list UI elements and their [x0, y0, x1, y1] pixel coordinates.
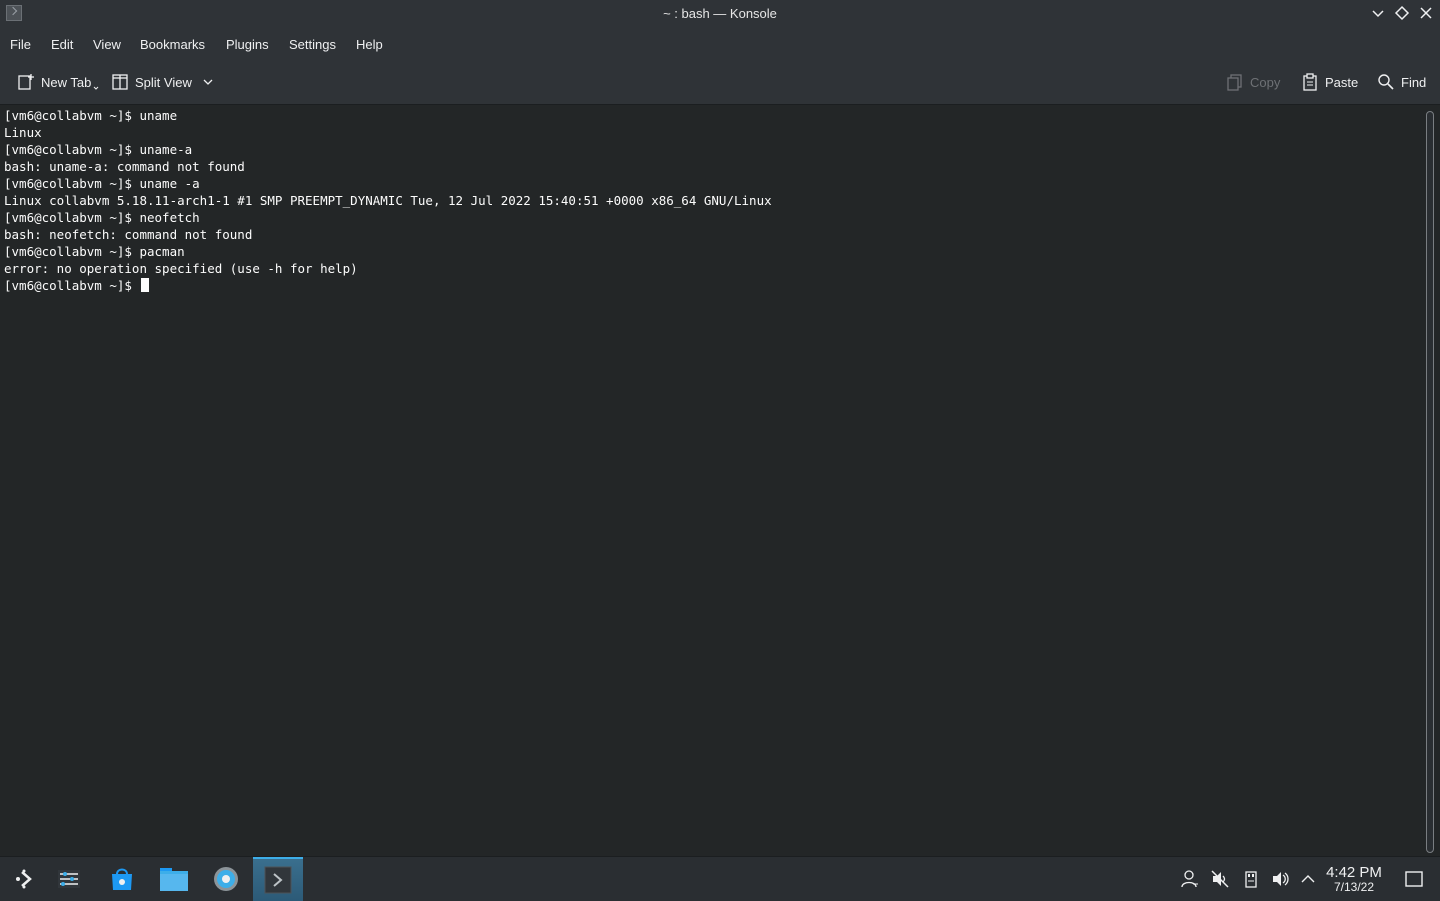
- paste-label: Paste: [1325, 74, 1359, 90]
- konsole-task-button[interactable]: [253, 857, 303, 901]
- menu-plugins[interactable]: Plugins: [226, 37, 269, 52]
- new-tab-icon: [18, 74, 34, 90]
- search-icon: [1378, 74, 1394, 90]
- split-view-label: Split View: [135, 74, 192, 90]
- split-view-button[interactable]: Split View: [111, 60, 214, 104]
- copy-label: Copy: [1250, 74, 1281, 90]
- volume-icon[interactable]: [1270, 869, 1290, 889]
- menu-edit[interactable]: Edit: [51, 37, 73, 52]
- copy-icon: [1227, 74, 1242, 91]
- terminal-line: [vm6@collabvm ~]$ uname-a: [4, 142, 193, 157]
- minimize-button[interactable]: [1370, 5, 1386, 21]
- find-label: Find: [1401, 74, 1427, 90]
- dolphin-button[interactable]: [149, 857, 199, 901]
- menu-bar: File Edit View Bookmarks Plugins Setting…: [0, 28, 1440, 60]
- menu-file[interactable]: File: [10, 37, 31, 52]
- clock-time[interactable]: 4:42 PM: [1318, 864, 1390, 881]
- app-launcher-button[interactable]: [0, 857, 50, 901]
- text-cursor: [141, 278, 150, 292]
- split-view-icon: [112, 74, 128, 90]
- pager-icon: [58, 870, 80, 888]
- audio-muted-icon[interactable]: [1210, 869, 1230, 889]
- system-settings-icon: [214, 867, 238, 891]
- menu-settings[interactable]: Settings: [289, 37, 336, 52]
- device-notifier-icon[interactable]: [1241, 869, 1261, 889]
- menu-help[interactable]: Help: [356, 37, 383, 52]
- clock-date[interactable]: 7/13/22: [1318, 880, 1390, 894]
- terminal-view[interactable]: [vm6@collabvm ~]$ uname Linux [vm6@colla…: [0, 105, 1420, 856]
- paste-icon: [1303, 73, 1317, 91]
- terminal-prompt: [vm6@collabvm ~]$: [4, 278, 140, 293]
- chevron-up-icon[interactable]: [1298, 869, 1318, 889]
- app-launcher-icon: [16, 869, 32, 889]
- user-switcher-icon[interactable]: [1180, 869, 1200, 889]
- find-button[interactable]: Find: [1377, 60, 1426, 104]
- window-title: ~ : bash — Konsole: [663, 6, 777, 21]
- terminal-line: [vm6@collabvm ~]$ pacman: [4, 244, 185, 259]
- konsole-icon: [264, 866, 292, 894]
- terminal-scrollbar[interactable]: [1420, 105, 1440, 856]
- discover-button[interactable]: [97, 857, 147, 901]
- terminal-prompt-line: [vm6@collabvm ~]$: [4, 277, 150, 294]
- terminal-line: [vm6@collabvm ~]$ uname -a: [4, 176, 200, 191]
- terminal-line: error: no operation specified (use -h fo…: [4, 261, 358, 276]
- terminal-line: [vm6@collabvm ~]$ uname: [4, 108, 178, 123]
- chevron-down-icon[interactable]: [202, 76, 214, 88]
- terminal-line: Linux: [4, 125, 42, 140]
- menu-bookmarks[interactable]: Bookmarks: [140, 37, 205, 52]
- paste-button[interactable]: Paste: [1301, 60, 1358, 104]
- menu-view[interactable]: View: [93, 37, 121, 52]
- scrollbar-thumb[interactable]: [1426, 111, 1434, 853]
- terminal-line: bash: uname-a: command not found: [4, 159, 245, 174]
- terminal-line: Linux collabvm 5.18.11-arch1-1 #1 SMP PR…: [4, 193, 772, 208]
- terminal-line: [vm6@collabvm ~]$ neofetch: [4, 210, 200, 225]
- pager-button[interactable]: [44, 857, 94, 901]
- close-button[interactable]: [1418, 5, 1434, 21]
- chevron-down-icon: [93, 86, 99, 90]
- system-settings-button[interactable]: [201, 857, 251, 901]
- maximize-button[interactable]: [1394, 5, 1410, 21]
- show-desktop-icon[interactable]: [1404, 869, 1424, 889]
- toolbar: New Tab Split View Copy Paste Find: [0, 60, 1440, 105]
- copy-button[interactable]: Copy: [1226, 60, 1280, 104]
- discover-icon: [112, 868, 132, 890]
- new-tab-label: New Tab: [41, 74, 92, 90]
- title-bar: ~ : bash — Konsole: [0, 0, 1440, 28]
- terminal-line: bash: neofetch: command not found: [4, 227, 253, 242]
- taskbar: [0, 856, 1440, 901]
- dolphin-icon: [160, 868, 188, 891]
- new-tab-button[interactable]: New Tab: [17, 60, 99, 104]
